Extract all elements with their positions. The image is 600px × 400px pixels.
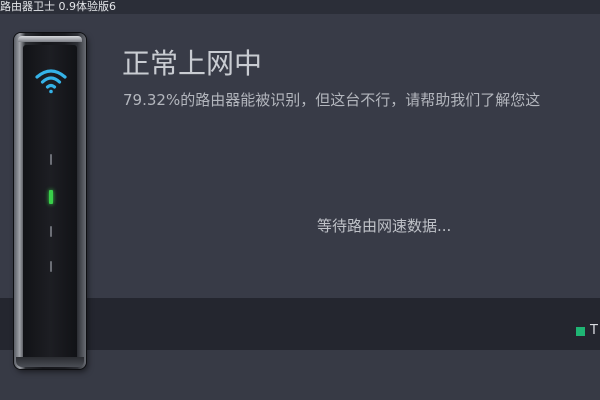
title-bar[interactable]: 路由器卫士 0.9体验版6 — [0, 0, 600, 14]
footer-bar — [0, 350, 600, 400]
window-title: 路由器卫士 0.9体验版6 — [0, 0, 116, 13]
speed-chart-area — [0, 298, 600, 350]
status-message[interactable]: 79.32%的路由器能被识别，但这台不行，请帮助我们了解您这 — [123, 90, 540, 110]
router-base — [16, 357, 84, 367]
router-led-1 — [50, 154, 52, 165]
legend-swatch — [576, 327, 585, 336]
wifi-icon — [35, 69, 67, 94]
waiting-message: 等待路由网速数据... — [317, 217, 452, 235]
router-top — [18, 36, 82, 42]
router-led-active — [49, 190, 53, 204]
legend-label: T — [590, 323, 598, 338]
app-window: 路由器卫士 0.9体验版6 T 正常上网中 79.32%的路由器能被识别，但这台… — [0, 0, 600, 400]
router-led-4 — [50, 261, 52, 272]
router-led-3 — [50, 226, 52, 237]
status-headline: 正常上网中 — [122, 47, 263, 80]
